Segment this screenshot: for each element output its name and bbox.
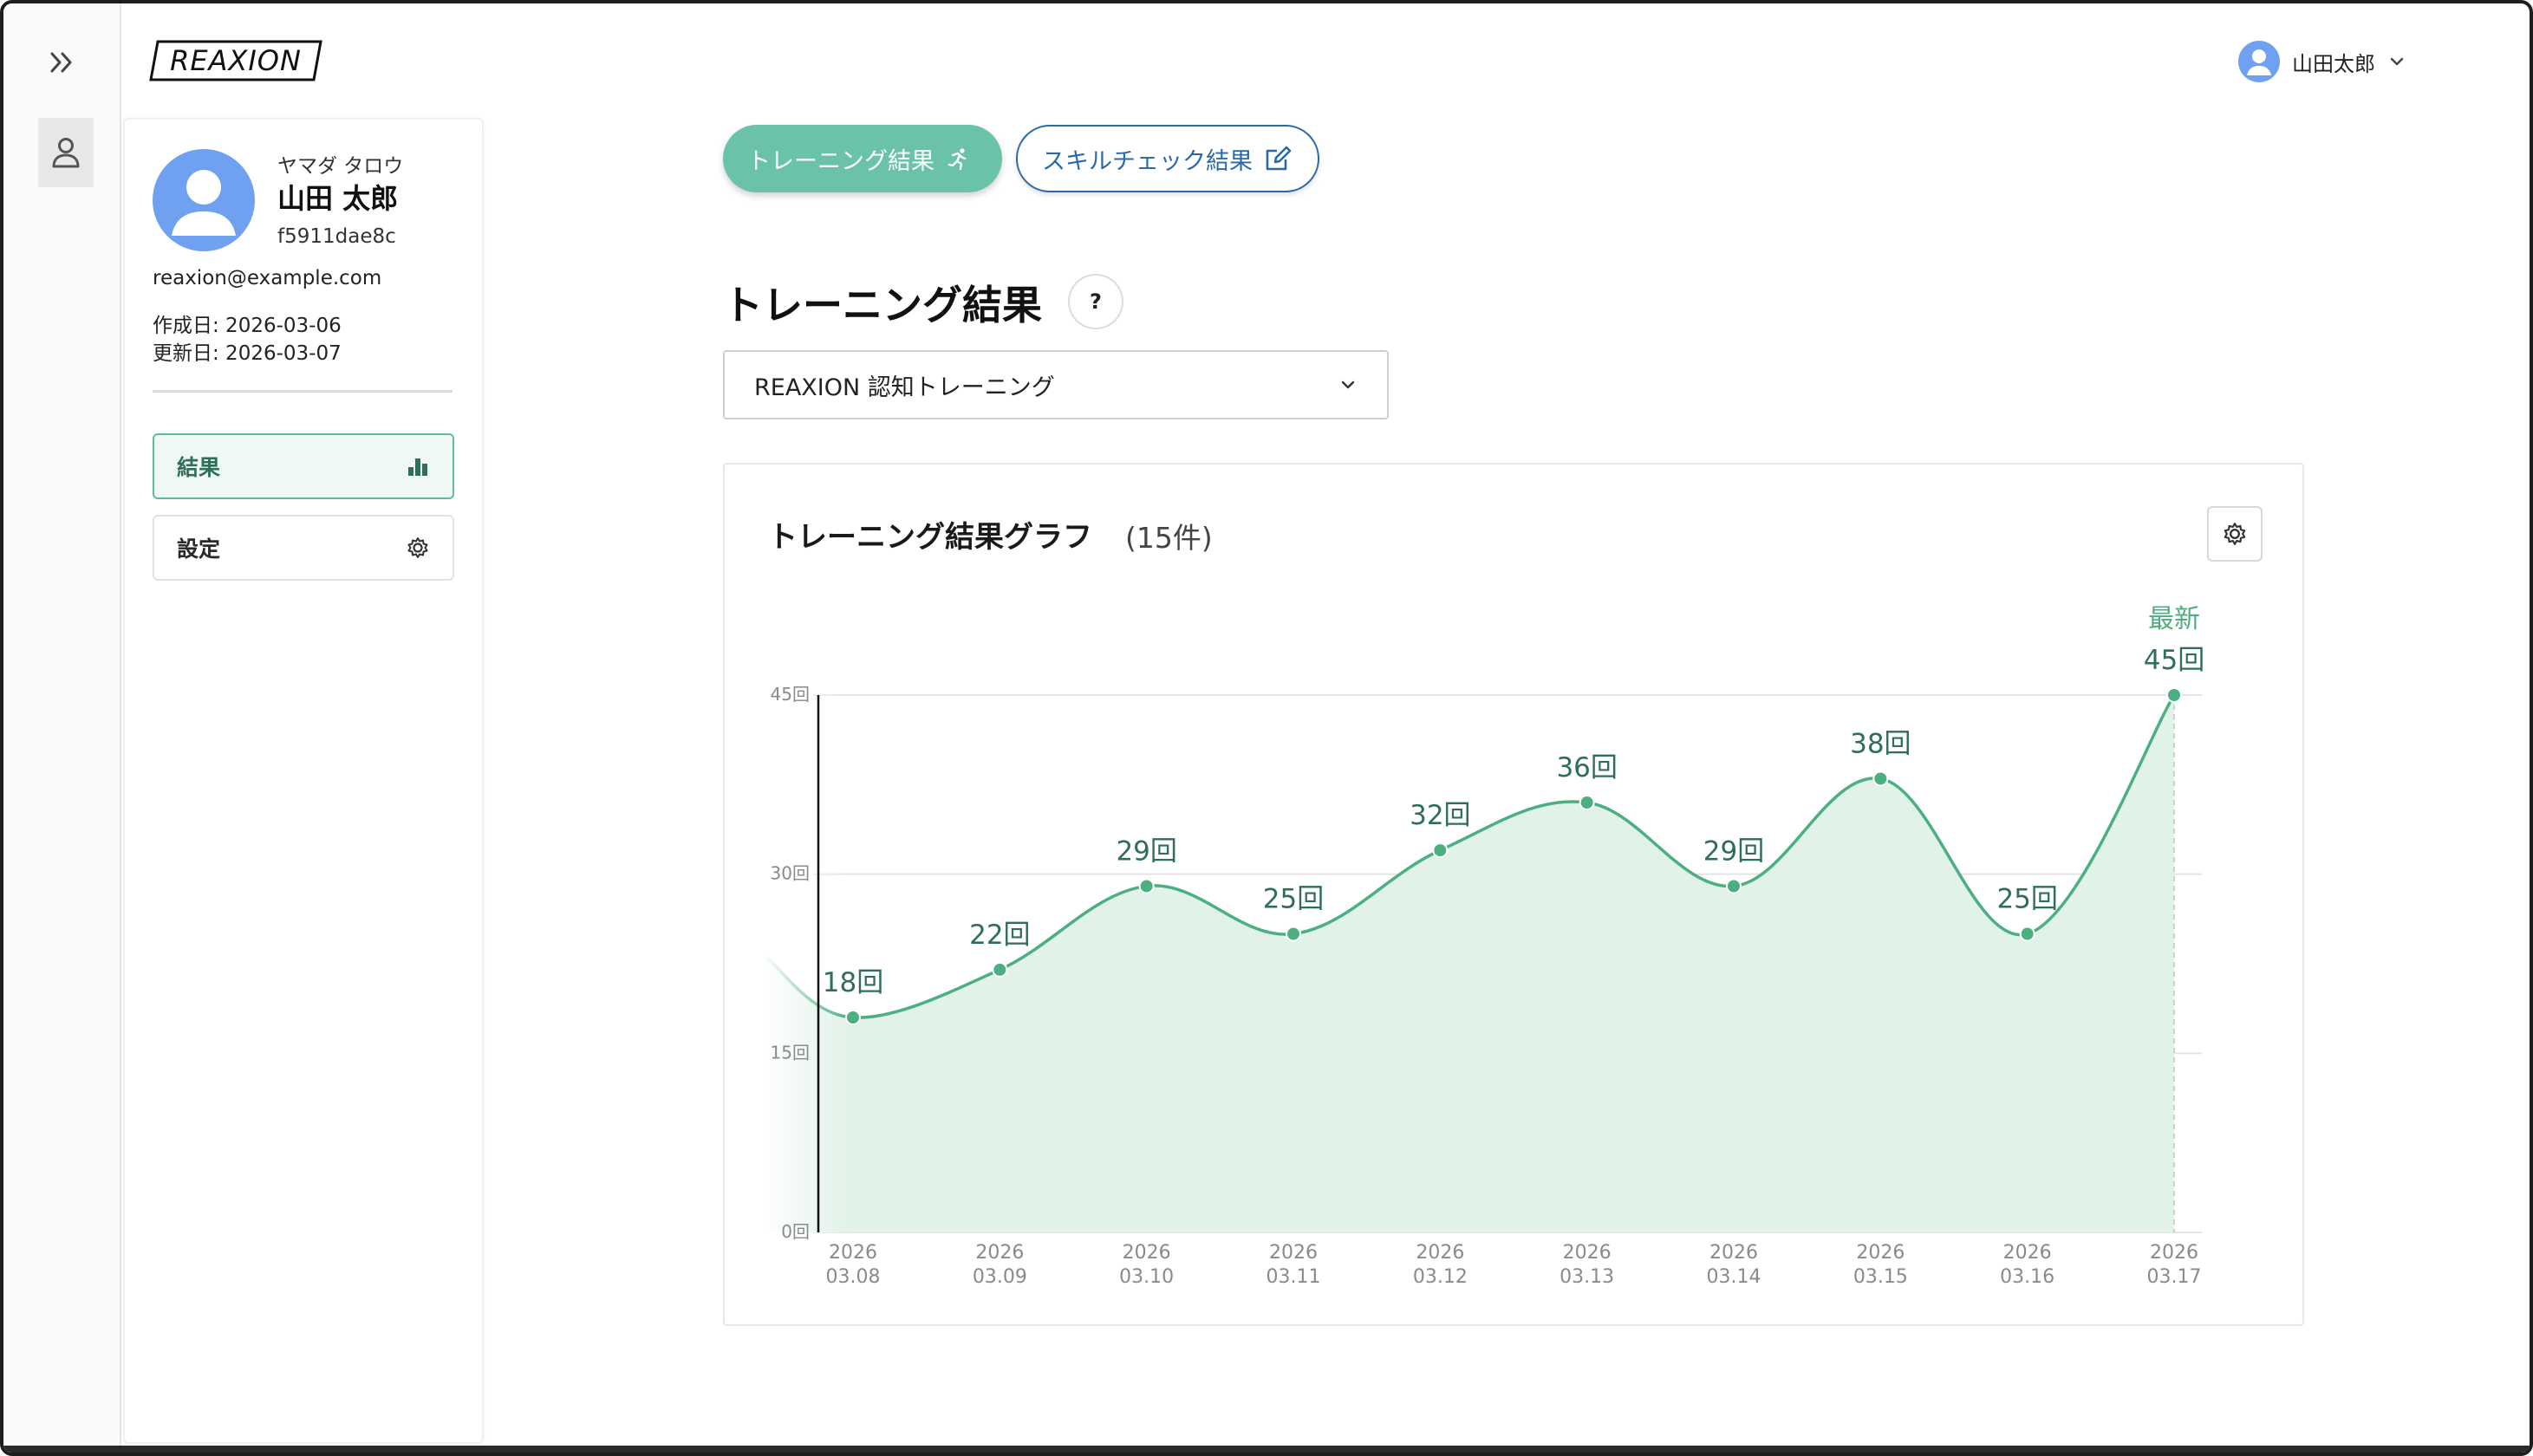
data-label: 25回 — [1996, 884, 2057, 915]
data-label: 18回 — [823, 967, 883, 998]
data-point — [992, 961, 1008, 978]
data-label: 38回 — [1850, 728, 1911, 759]
tab-skill-check-results[interactable]: スキルチェック結果 — [1016, 125, 1319, 192]
data-point — [1432, 842, 1449, 859]
y-tick-label: 0回 — [781, 1221, 810, 1242]
y-tick-label: 15回 — [771, 1042, 810, 1063]
data-point — [1138, 878, 1155, 894]
x-tick-label: 2026 — [829, 1242, 877, 1264]
user-menu[interactable]: 山田太郎 — [2238, 40, 2406, 83]
x-tick-label: 03.15 — [1853, 1266, 1908, 1288]
avatar — [153, 149, 255, 251]
app-window: REAXION 山田太郎 ヤマダ タロウ 山田 太郎 f5911dae8c re… — [0, 0, 2533, 1456]
data-point — [1872, 770, 1889, 787]
latest-label: 最新 — [2148, 604, 2200, 634]
data-point — [2019, 926, 2035, 942]
user-icon — [172, 170, 236, 236]
nav-item-label: 結果 — [177, 455, 221, 480]
x-tick-label: 03.14 — [1707, 1266, 1761, 1288]
avatar — [2238, 41, 2280, 82]
x-tick-label: 03.08 — [826, 1266, 881, 1288]
data-label: 36回 — [1556, 752, 1617, 783]
user-icon — [52, 138, 80, 168]
chevron-down-icon — [1341, 380, 1355, 389]
svg-text:REAXION: REAXION — [170, 44, 302, 77]
profile-updated-date: 更新日: 2026-03-07 — [153, 342, 342, 365]
x-tick-label: 03.16 — [2000, 1266, 2054, 1288]
data-label: 32回 — [1410, 800, 1470, 831]
x-tick-label: 2026 — [2003, 1242, 2052, 1264]
x-tick-label: 2026 — [1563, 1242, 1612, 1264]
x-tick-label: 2026 — [975, 1242, 1024, 1264]
nav-item-label: 設定 — [177, 536, 221, 562]
double-chevron-right-icon — [50, 52, 72, 73]
profile-kana: ヤマダ タロウ — [277, 155, 404, 178]
reaxion-logo[interactable]: REAXION — [149, 40, 322, 81]
training-results-chart: 18回 22回 29回 25回 32回 36回 29回 38回 25回 45回 最新 0回 15回 30… — [763, 604, 2204, 1288]
y-tick-label: 30回 — [771, 863, 810, 884]
y-tick-label: 45回 — [771, 684, 810, 705]
data-point — [845, 1010, 861, 1025]
help-button[interactable]: ? — [1068, 274, 1123, 329]
x-tick-label: 03.09 — [973, 1266, 1027, 1288]
data-label: 29回 — [1703, 835, 1764, 867]
tab-training-results[interactable]: トレーニング結果 — [723, 125, 1002, 192]
data-point — [1726, 878, 1742, 894]
running-icon — [947, 148, 967, 171]
data-point — [1286, 926, 1301, 942]
gear-icon — [407, 537, 428, 558]
data-label: 22回 — [969, 920, 1030, 951]
x-tick-label: 2026 — [1709, 1242, 1758, 1264]
user-icon — [2247, 49, 2271, 75]
bottom-bar — [3, 1446, 2530, 1453]
x-tick-label: 2026 — [1856, 1242, 1905, 1264]
x-tick-label: 2026 — [1269, 1242, 1318, 1264]
nav-item-settings[interactable]: 設定 — [153, 515, 454, 581]
data-label: 25回 — [1263, 884, 1324, 915]
nav-item-results[interactable]: 結果 — [153, 433, 454, 499]
user-name: 山田太郎 — [2292, 51, 2375, 76]
profile-panel: ヤマダ タロウ 山田 太郎 f5911dae8c reaxion@example… — [123, 118, 484, 1444]
chevron-down-icon — [2390, 57, 2404, 66]
rail-user-button[interactable] — [38, 118, 94, 187]
expand-sidebar-button[interactable] — [45, 45, 80, 80]
profile-email: reaxion@example.com — [153, 267, 382, 289]
data-label: 45回 — [2144, 645, 2204, 676]
side-rail — [3, 3, 121, 1453]
select-value: REAXION 認知トレーニング — [754, 374, 1055, 401]
series-area — [766, 695, 2174, 1232]
training-type-select[interactable]: REAXION 認知トレーニング — [723, 350, 1389, 419]
tab-label: トレーニング結果 — [747, 147, 934, 175]
x-tick-label: 2026 — [1123, 1242, 1171, 1264]
tab-label: スキルチェック結果 — [1042, 147, 1253, 175]
series-fade — [763, 660, 850, 1234]
profile-name: 山田 太郎 — [277, 182, 399, 215]
x-tick-label: 03.11 — [1266, 1266, 1321, 1288]
page-title: トレーニング結果 — [723, 282, 1042, 328]
data-point — [1579, 795, 1595, 810]
x-tick-label: 03.17 — [2147, 1266, 2202, 1288]
x-tick-label: 2026 — [1416, 1242, 1464, 1264]
profile-divider — [153, 390, 453, 393]
profile-id: f5911dae8c — [277, 225, 396, 248]
x-tick-label: 2026 — [2150, 1242, 2198, 1264]
chart-card: トレーニング結果グラフ (15件) 18回 22回 29回 25回 32回 36回 29回 3… — [723, 463, 2304, 1326]
data-point — [2166, 687, 2182, 703]
edit-icon — [1266, 146, 1292, 171]
x-tick-label: 03.10 — [1119, 1266, 1174, 1288]
x-tick-label: 03.13 — [1560, 1266, 1614, 1288]
x-tick-label: 03.12 — [1413, 1266, 1468, 1288]
profile-created-date: 作成日: 2026-03-06 — [153, 315, 342, 337]
data-label: 29回 — [1116, 835, 1176, 867]
bar-chart-icon — [408, 458, 427, 476]
